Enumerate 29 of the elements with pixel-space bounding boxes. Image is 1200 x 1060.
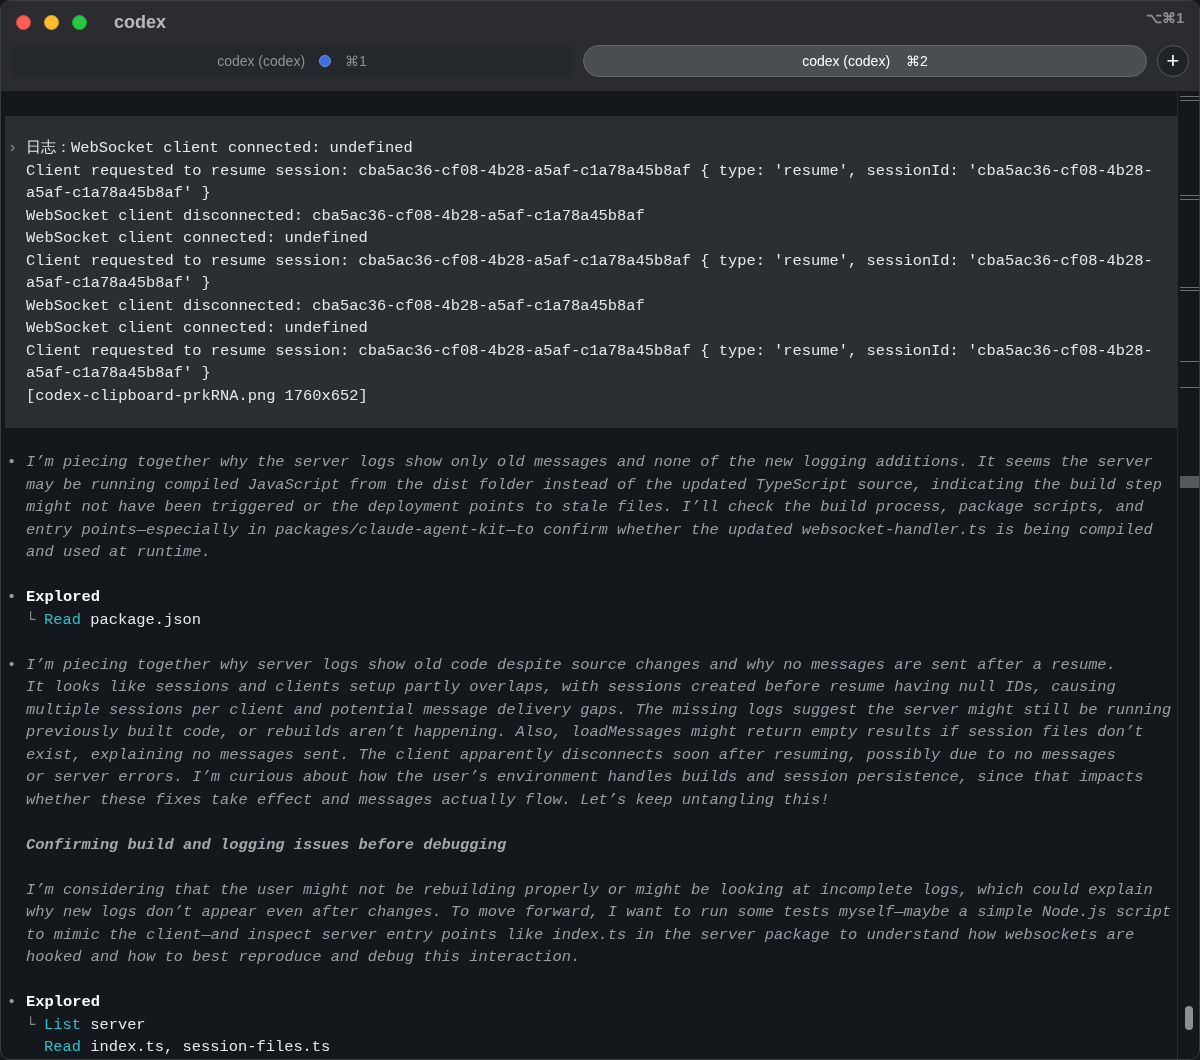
reasoning-paragraph: I’m piecing together why server logs show old code despite source changes and why no messages are sent after a resume. It looks like sessions and clients setup partly overlaps, with sessions created before resume having null IDs, causing multiple sessions per client and potential message delivery gaps. The missing logs suggest the server might still be running previously built code, or rebuilds aren’t happening. Also, loadMessages might return empty results if session files don’t exist, explaining no messages sent. The client apparently disconnects soon after resuming, possibly due to no messages or server errors. I’m curious about how the user’s environment handles builds and session persistence, since that impacts whether these fixes take effect and messages actually flow. Let’s keep untangling this!: [26, 654, 1172, 811]
file-name: package.json: [90, 609, 202, 631]
prompt-marker: ›: [7, 138, 19, 159]
tab[interactable]: codex (codex) ⌘1: [11, 45, 573, 77]
bullet: •: [6, 992, 18, 1013]
action-label: Read: [44, 1037, 81, 1058]
minimize-button[interactable]: [44, 14, 59, 30]
tree-branch: └: [26, 609, 37, 631]
bullet: •: [6, 452, 18, 473]
prompt-text: 日志：WebSocket client connected: undefined Client requested to resume session: cba5ac36-cf08-4b28-a5af-c1a78a45b8af { type: 'resume', sessionId: 'cba5ac36-cf08-4b28- a5af-c1a78a45b8af' } WebSocket client disconnected: cba5ac36-cf08-4b28-a5af-c1a78a45b8af WebSocket client connected: undefined Client requested to resume session: cba5ac36-cf08-4b28-a5af-c1a78a45b8af { type: 'resume', sessionId: 'cba5ac36-cf08-4b28- a5af-c1a78a45b8af' } WebSocket client disconnected: cba5ac36-cf08-4b28-a5af-c1a78a45b8af WebSocket client connected: undefined Client requested to resume session: cba5ac36-cf08-4b28-a5af-c1a78a45b8af { type: 'resume', sessionId: 'cba5ac36-cf08-4b28- a5af-c1a78a45b8af' } [codex-clipboard-prkRNA.png 1760x652]: [26, 138, 1153, 407]
bullet: •: [6, 587, 18, 608]
section-title: Explored: [26, 587, 100, 608]
action-label: List: [44, 1014, 81, 1036]
bullet: •: [6, 654, 18, 676]
tab[interactable]: codex (codex) ⌘2: [583, 45, 1147, 77]
window-title: codex: [114, 10, 167, 34]
shortcut-label: ⌥⌘1: [1146, 8, 1184, 28]
close-button[interactable]: [16, 14, 31, 30]
new-tab-button[interactable]: +: [1157, 45, 1189, 77]
file-name: server: [90, 1014, 146, 1036]
file-name: index.ts, session-files.ts: [90, 1037, 331, 1058]
action-label: Read: [44, 609, 81, 631]
section-heading: Confirming build and logging issues before debugging: [26, 834, 508, 856]
reasoning-paragraph: I’m considering that the user might not be rebuilding properly or might be looking at incomplete logs, which could explain why new logs don’t appear even after changes. To move forward, I want to run some tests myself—maybe a simple Node.js script to mimic the client—and inspect server entry points like index.ts in the server package to understand how websockets are hooked and how to best reproduce and debug this interaction.: [26, 879, 1172, 968]
zoom-button[interactable]: [72, 14, 87, 30]
reasoning-paragraph: I’m piecing together why the server logs show only old messages and none of the new logging additions. It seems the server may be running compiled JavaScript from the dist folder instead of the updated TypeScript source, indicating the build step might not have been triggered or the deployment points to stale files. I’ll check the build process, package scripts, and entry points—especially in packages/claude-agent-kit—to confirm whether the updated websocket-handler.ts is being compiled and used at runtime.: [26, 452, 1162, 563]
section-title: Explored: [26, 992, 100, 1013]
scrollbar[interactable]: [1177, 91, 1199, 1059]
tree-branch: └: [26, 1014, 37, 1036]
